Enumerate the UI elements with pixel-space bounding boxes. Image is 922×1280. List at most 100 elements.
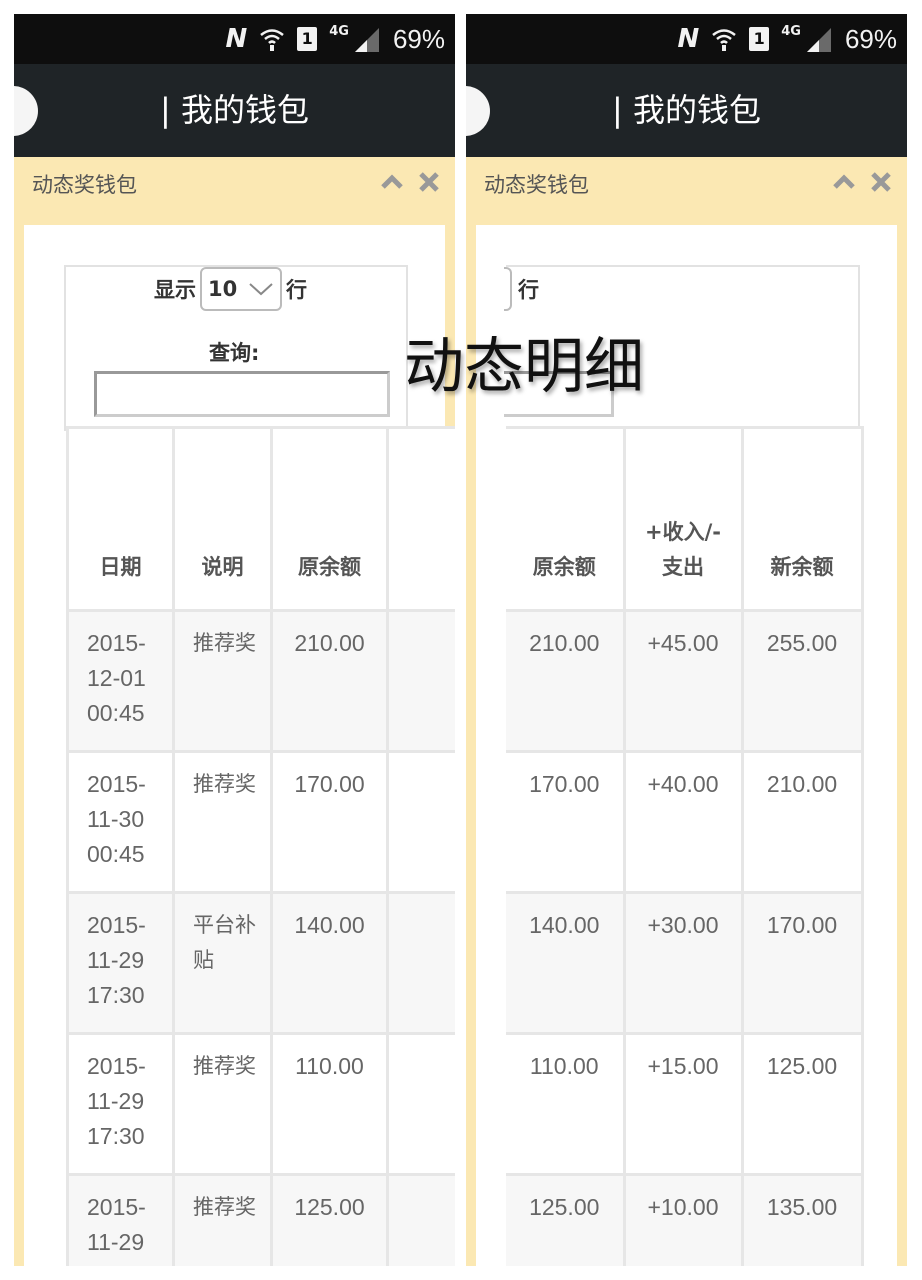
table-cell-after: 125.00 bbox=[740, 1032, 864, 1176]
signal-strength-icon bbox=[353, 26, 381, 52]
table-cell-change: +40.00 bbox=[622, 750, 744, 894]
table-cell-desc: 推荐奖 bbox=[172, 1173, 273, 1266]
table-cell-before: 140.00 bbox=[270, 891, 389, 1035]
sim-card-icon: 1 bbox=[749, 27, 770, 51]
table-cell-change: +45.00 bbox=[622, 609, 744, 753]
table-cell-before: 125.00 bbox=[270, 1173, 389, 1266]
table-cell-before: 125.00 bbox=[506, 1173, 626, 1266]
network-type-label: 4G bbox=[781, 23, 801, 39]
page-length-select[interactable]: 10 bbox=[200, 267, 282, 311]
table-cell-date: 2015-11-29 17:30 bbox=[66, 891, 175, 1035]
column-header-label: 新余额 bbox=[770, 555, 834, 579]
wallet-panel: 动态奖钱包 显示 10 行 查询: 日期 说明 原余额 2015-12-01 0… bbox=[14, 157, 455, 1266]
panel-header: 动态奖钱包 bbox=[14, 157, 455, 221]
table-cell-date: 2015-11-29 bbox=[66, 1173, 175, 1266]
table-row[interactable]: 2015-11-29 推荐奖 125.00 bbox=[66, 1173, 455, 1266]
column-header-label: 原余额 bbox=[532, 555, 596, 579]
signal-strength-icon bbox=[805, 26, 833, 52]
page-length-select-edge[interactable] bbox=[504, 267, 512, 311]
column-header-before[interactable]: 原余额 bbox=[270, 426, 389, 612]
table-cell-after: 210.00 bbox=[740, 750, 864, 894]
table-cell-before: 110.00 bbox=[506, 1032, 626, 1176]
wifi-icon bbox=[259, 26, 285, 52]
battery-level: 69% bbox=[844, 23, 897, 54]
app-header: | 我的钱包 bbox=[466, 64, 907, 157]
page-length-control: 显示 10 行 bbox=[154, 267, 307, 311]
table-cell-change bbox=[386, 891, 455, 1035]
phone-screenshot-left: N 1 4G 69% | 我的钱包 动态奖钱包 显示 10 行 查询: 日期 说… bbox=[14, 14, 455, 1266]
table-row[interactable]: 125.00 +10.00 135.00 bbox=[506, 1173, 864, 1266]
table-cell-change bbox=[386, 1032, 455, 1176]
table-cell-change: +30.00 bbox=[622, 891, 744, 1035]
page-title: | 我的钱包 bbox=[612, 91, 761, 129]
status-bar: N 1 4G 69% bbox=[466, 14, 907, 64]
column-header-before[interactable]: 原余额 bbox=[506, 426, 626, 612]
panel-title: 动态奖钱包 bbox=[32, 173, 137, 197]
table-cell-desc: 推荐奖 bbox=[172, 609, 273, 753]
table-cell-desc: 平台补贴 bbox=[172, 891, 273, 1035]
network-type-label: 4G bbox=[329, 23, 349, 39]
table-cell-before: 170.00 bbox=[270, 750, 389, 894]
table-cell-change bbox=[386, 750, 455, 894]
table-header-row: 日期 说明 原余额 bbox=[66, 426, 455, 612]
table-row[interactable]: 2015-12-01 00:45 推荐奖 210.00 bbox=[66, 609, 455, 753]
column-header-label: 说明 bbox=[201, 555, 244, 579]
page-length-value: 10 bbox=[208, 277, 238, 301]
status-bar: N 1 4G 69% bbox=[14, 14, 455, 64]
rows-label: 行 bbox=[518, 278, 539, 302]
table-cell-before: 110.00 bbox=[270, 1032, 389, 1176]
panel-title: 动态奖钱包 bbox=[484, 173, 589, 197]
chevron-up-icon[interactable] bbox=[831, 169, 857, 195]
table-row[interactable]: 210.00 +45.00 255.00 bbox=[506, 609, 864, 753]
show-label: 显示 bbox=[154, 278, 196, 302]
table-row[interactable]: 2015-11-30 00:45 推荐奖 170.00 bbox=[66, 750, 455, 894]
close-icon[interactable] bbox=[869, 169, 893, 195]
battery-level: 69% bbox=[392, 23, 445, 54]
table-row[interactable]: 110.00 +15.00 125.00 bbox=[506, 1032, 864, 1176]
chevron-up-icon[interactable] bbox=[379, 169, 405, 195]
table-cell-before: 170.00 bbox=[506, 750, 626, 894]
column-header-desc[interactable]: 说明 bbox=[172, 426, 273, 612]
table-cell-before: 210.00 bbox=[506, 609, 626, 753]
table-cell-before: 210.00 bbox=[270, 609, 389, 753]
wifi-icon bbox=[711, 26, 737, 52]
close-icon[interactable] bbox=[417, 169, 441, 195]
table-header-row: 原余额 +收入/-支出 新余额 bbox=[506, 426, 864, 612]
search-label: 查询: bbox=[209, 341, 260, 365]
table-cell-change bbox=[386, 1173, 455, 1266]
wallet-detail-table: 原余额 +收入/-支出 新余额 210.00 +45.00 255.00 170.00… bbox=[506, 426, 864, 1266]
sim-card-icon: 1 bbox=[297, 27, 318, 51]
column-header-change[interactable] bbox=[386, 426, 455, 612]
table-cell-change bbox=[386, 609, 455, 753]
nfc-n-icon: N bbox=[677, 24, 700, 54]
wallet-detail-table: 日期 说明 原余额 2015-12-01 00:45 推荐奖 210.00 2015-… bbox=[66, 426, 455, 1266]
table-controls: 显示 10 行 查询: bbox=[64, 265, 408, 431]
chevron-down-icon bbox=[249, 283, 273, 296]
table-cell-before: 140.00 bbox=[506, 891, 626, 1035]
column-header-label: 原余额 bbox=[298, 555, 361, 579]
table-row[interactable]: 2015-11-29 17:30 平台补贴 140.00 bbox=[66, 891, 455, 1035]
search-input[interactable] bbox=[94, 371, 390, 417]
table-row[interactable]: 170.00 +40.00 210.00 bbox=[506, 750, 864, 894]
table-cell-after: 255.00 bbox=[740, 609, 864, 753]
table-cell-change: +15.00 bbox=[622, 1032, 744, 1176]
page-title: | 我的钱包 bbox=[160, 91, 309, 129]
page-length-control: 行 bbox=[504, 267, 539, 311]
table-cell-change: +10.00 bbox=[622, 1173, 744, 1266]
table-cell-desc: 推荐奖 bbox=[172, 1032, 273, 1176]
column-header-after[interactable]: 新余额 bbox=[740, 426, 864, 612]
table-row[interactable]: 140.00 +30.00 170.00 bbox=[506, 891, 864, 1035]
phone-screenshot-right: N 1 4G 69% | 我的钱包 动态奖钱包 行 原余额 +收入/-支出 新余… bbox=[466, 14, 907, 1266]
table-cell-desc: 推荐奖 bbox=[172, 750, 273, 894]
panel-body: 显示 10 行 查询: 日期 说明 原余额 2015-12-01 00:45 推… bbox=[24, 225, 455, 1266]
table-cell-date: 2015-11-30 00:45 bbox=[66, 750, 175, 894]
panel-header: 动态奖钱包 bbox=[466, 157, 907, 221]
rows-label: 行 bbox=[286, 278, 307, 302]
table-row[interactable]: 2015-11-29 17:30 推荐奖 110.00 bbox=[66, 1032, 455, 1176]
nfc-n-icon: N bbox=[225, 24, 248, 54]
column-header-change[interactable]: +收入/-支出 bbox=[622, 426, 744, 612]
app-header: | 我的钱包 bbox=[14, 64, 455, 157]
table-cell-date: 2015-12-01 00:45 bbox=[66, 609, 175, 753]
table-cell-after: 170.00 bbox=[740, 891, 864, 1035]
column-header-date[interactable]: 日期 bbox=[66, 426, 175, 612]
